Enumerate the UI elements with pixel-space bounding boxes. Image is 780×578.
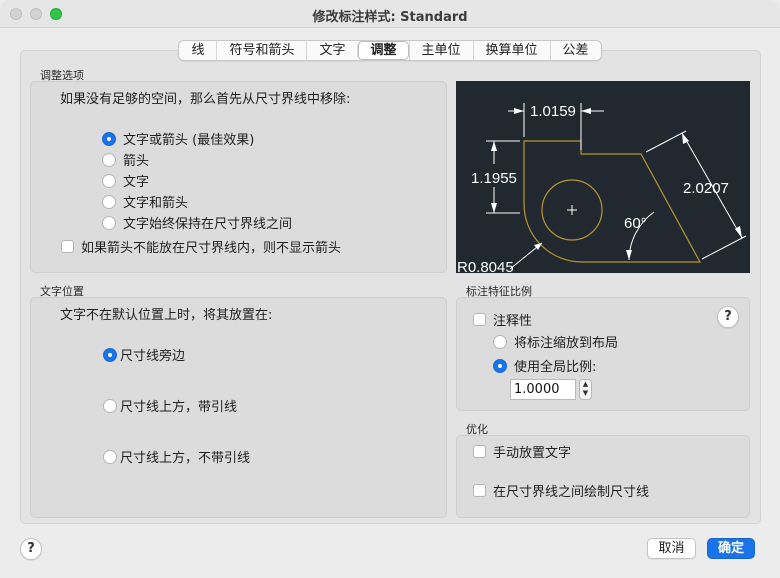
tab-alternate-units[interactable]: 换算单位 [472, 41, 550, 60]
radio-button[interactable] [102, 173, 116, 188]
checkbox[interactable] [473, 313, 486, 326]
checkbox-label: 注释性 [493, 314, 533, 329]
center-mark [567, 205, 577, 215]
stepper-up-icon[interactable]: ▲ [580, 380, 591, 389]
ok-button[interactable]: 确定 [707, 538, 755, 559]
radio-button[interactable] [103, 449, 117, 464]
preview-geometry [523, 140, 702, 263]
checkbox[interactable] [61, 240, 74, 253]
checkbox-label: 如果箭头不能放在尺寸界线内，则不显示箭头 [81, 241, 342, 256]
radio-label: 使用全局比例: [514, 360, 597, 375]
draw-dim-line-between-ext-lines-checkbox-row[interactable]: 在尺寸界线之间绘制尺寸线 [473, 481, 649, 500]
radio-over-dim-line-with-leader[interactable]: 尺寸线上方，带引线 [103, 396, 237, 415]
global-scale-input[interactable]: 1.0000 [510, 379, 576, 400]
annotative-checkbox-row[interactable]: 注释性 [473, 310, 532, 329]
radio-label: 文字 [123, 175, 150, 190]
radio-button[interactable] [102, 215, 116, 230]
checkbox[interactable] [473, 445, 486, 458]
stepper-down-icon[interactable]: ▼ [580, 389, 591, 398]
radio-button[interactable] [102, 131, 116, 146]
tab-lines[interactable]: 线 [179, 41, 216, 60]
radio-button[interactable] [493, 334, 507, 349]
window-title: 修改标注样式: Standard [312, 10, 468, 25]
radio-label: 尺寸线上方，不带引线 [120, 451, 251, 466]
tab-bar-container: 线 符号和箭头 文字 调整 主单位 换算单位 公差 [0, 40, 780, 61]
checkbox-label: 手动放置文字 [493, 446, 572, 461]
dialog-help-button[interactable]: ? [20, 538, 42, 560]
radio-global-scale[interactable]: 使用全局比例: [493, 356, 596, 375]
radio-button[interactable] [103, 347, 117, 362]
dialog-window: 修改标注样式: Standard 线 符号和箭头 文字 调整 主单位 换算单位 … [0, 0, 780, 578]
radio-label: 将标注缩放到布局 [514, 336, 619, 351]
annotative-help-button[interactable]: ? [717, 306, 739, 328]
tab-fit[interactable]: 调整 [357, 41, 409, 60]
tab-symbols-arrows[interactable]: 符号和箭头 [216, 41, 306, 60]
preview-right-dimension: 2.0207 [683, 180, 729, 197]
preview-left-dimension: 1.1955 [471, 170, 517, 187]
place-text-manually-checkbox-row[interactable]: 手动放置文字 [473, 442, 571, 461]
radio-over-dim-line-without-leader[interactable]: 尺寸线上方，不带引线 [103, 447, 250, 466]
dimension-preview: 1.0159 1.1955 2.0207 60° R0.8045 [456, 81, 750, 273]
radio-scale-to-layout[interactable]: 将标注缩放到布局 [493, 332, 618, 351]
radio-button[interactable] [103, 398, 117, 413]
radio-button[interactable] [493, 358, 507, 373]
tab-primary-units[interactable]: 主单位 [408, 41, 473, 60]
radio-button[interactable] [102, 194, 116, 209]
checkbox[interactable] [473, 484, 486, 497]
preview-radius-dimension: R0.8045 [457, 259, 514, 273]
radio-label: 尺寸线上方，带引线 [120, 400, 238, 415]
radio-text-and-arrows[interactable]: 文字和箭头 [102, 192, 188, 211]
radio-arrows[interactable]: 箭头 [102, 150, 149, 169]
preview-top-dimension: 1.0159 [530, 103, 576, 120]
radio-text-or-arrows[interactable]: 文字或箭头 (最佳效果) [102, 129, 254, 148]
cancel-button[interactable]: 取消 [647, 538, 696, 559]
radio-label: 尺寸线旁边 [120, 349, 186, 364]
radio-label: 文字始终保持在尺寸界线之间 [123, 217, 293, 232]
tab-tolerances[interactable]: 公差 [549, 41, 601, 60]
tab-bar: 线 符号和箭头 文字 调整 主单位 换算单位 公差 [178, 40, 602, 61]
text-placement-prompt: 文字不在默认位置上时，将其放置在: [60, 308, 273, 323]
title-bar: 修改标注样式: Standard [0, 0, 780, 28]
suppress-arrows-checkbox-row[interactable]: 如果箭头不能放在尺寸界线内，则不显示箭头 [61, 237, 341, 256]
preview-angle-dimension: 60° [624, 215, 647, 232]
checkbox-label: 在尺寸界线之间绘制尺寸线 [493, 485, 650, 500]
radio-text-between-ext-lines[interactable]: 文字始终保持在尺寸界线之间 [102, 213, 292, 232]
global-scale-stepper[interactable]: ▲ ▼ [579, 379, 592, 400]
text-placement-panel [30, 297, 447, 518]
radio-text[interactable]: 文字 [102, 171, 149, 190]
tab-text[interactable]: 文字 [306, 41, 357, 60]
radio-beside-dim-line[interactable]: 尺寸线旁边 [103, 345, 185, 364]
radio-label: 箭头 [123, 154, 150, 169]
radio-button[interactable] [102, 152, 116, 167]
fit-options-prompt: 如果没有足够的空间，那么首先从尺寸界线中移除: [60, 92, 351, 107]
radio-label: 文字和箭头 [123, 196, 189, 211]
radio-label: 文字或箭头 (最佳效果) [123, 133, 255, 148]
